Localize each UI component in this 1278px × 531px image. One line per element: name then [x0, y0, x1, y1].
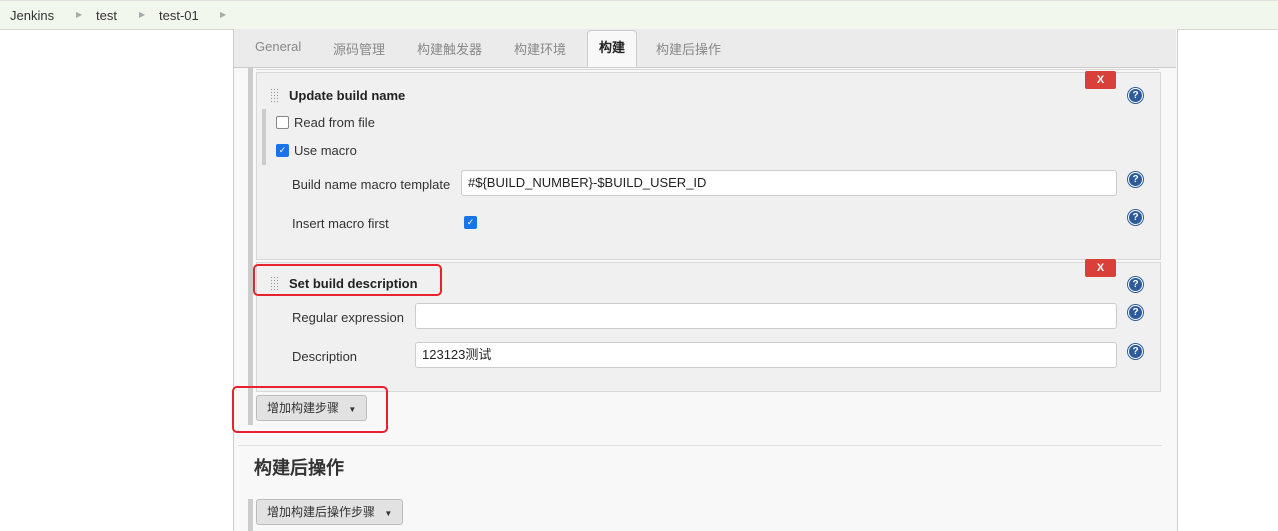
help-icon[interactable]: ?	[1128, 172, 1143, 187]
drag-handle-icon[interactable]	[270, 88, 280, 104]
template-input[interactable]: #${BUILD_NUMBER}-$BUILD_USER_ID	[461, 170, 1117, 196]
breadcrumb-test[interactable]: test	[96, 8, 117, 23]
help-icon[interactable]: ?	[1128, 88, 1143, 103]
help-icon[interactable]: ?	[1128, 344, 1143, 359]
help-icon[interactable]: ?	[1128, 210, 1143, 225]
breadcrumb-test-01[interactable]: test-01	[159, 8, 199, 23]
tab-post-build[interactable]: 构建后操作	[656, 39, 721, 58]
regex-input[interactable]	[415, 303, 1117, 329]
read-from-file-checkbox[interactable]	[276, 116, 289, 129]
regex-label: Regular expression	[292, 310, 405, 325]
chevron-right-icon[interactable]: ▶	[220, 10, 226, 19]
description-label: Description	[292, 349, 358, 364]
delete-button[interactable]: X	[1085, 259, 1116, 277]
tab-build[interactable]: 构建	[587, 30, 638, 67]
chevron-right-icon[interactable]: ▶	[76, 10, 82, 19]
radio-group-bar	[262, 109, 266, 165]
highlight-box	[232, 386, 388, 433]
help-icon[interactable]: ?	[1128, 277, 1143, 292]
divider	[238, 445, 1162, 446]
post-build-heading: 构建后操作	[254, 458, 344, 478]
update-build-name-section: Update build name X ? Read from file ✓ U…	[256, 71, 1161, 260]
tab-build-env[interactable]: 构建环境	[514, 39, 566, 58]
delete-button[interactable]: X	[1085, 71, 1116, 89]
insert-first-label: Insert macro first	[292, 216, 389, 231]
use-macro-checkbox[interactable]: ✓	[276, 144, 289, 157]
tab-general[interactable]: General	[255, 39, 301, 54]
breadcrumb-jenkins[interactable]: Jenkins	[10, 8, 54, 23]
post-build-bar	[248, 499, 253, 531]
divider	[256, 67, 1159, 70]
build-steps-bar	[248, 67, 253, 425]
chevron-right-icon[interactable]: ▶	[139, 10, 145, 19]
tab-scm[interactable]: 源码管理	[333, 39, 385, 58]
breadcrumb: Jenkins ▶ test ▶ test-01 ▶	[0, 0, 1278, 30]
section-title: Update build name	[289, 88, 406, 103]
tab-bar: General 源码管理 构建触发器 构建环境 构建 构建后操作	[234, 29, 1176, 68]
template-label: Build name macro template	[292, 177, 451, 192]
use-macro-label: Use macro	[294, 143, 357, 158]
insert-first-checkbox[interactable]: ✓	[464, 216, 477, 229]
highlight-box	[253, 264, 442, 296]
tab-triggers[interactable]: 构建触发器	[417, 39, 482, 58]
add-post-build-step-label: 增加构建后操作步骤	[267, 505, 376, 519]
caret-down-icon: ▼	[384, 509, 393, 518]
read-from-file-label: Read from file	[294, 115, 375, 130]
help-icon[interactable]: ?	[1128, 305, 1143, 320]
description-input[interactable]: 123123测试	[415, 342, 1117, 368]
add-post-build-step-button[interactable]: 增加构建后操作步骤 ▼	[256, 499, 404, 525]
